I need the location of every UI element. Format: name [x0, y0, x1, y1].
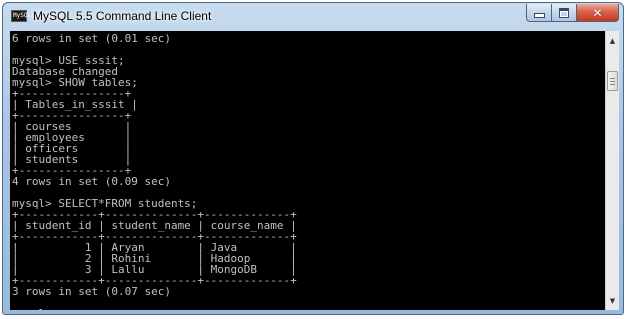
- scroll-up-arrow-icon[interactable]: ▲: [606, 33, 619, 48]
- window-title: MySQL 5.5 Command Line Client: [33, 9, 212, 23]
- scroll-down-arrow-icon[interactable]: ▼: [606, 293, 619, 308]
- maximize-button[interactable]: [551, 4, 577, 22]
- console-line: 4 rows in set (0.09 sec): [12, 175, 171, 188]
- title-bar[interactable]: MySQL MySQL 5.5 Command Line Client ✕: [3, 3, 623, 30]
- console-line: 3 rows in set (0.07 sec): [12, 285, 171, 298]
- minimize-button[interactable]: [526, 4, 552, 22]
- close-button[interactable]: ✕: [576, 4, 619, 22]
- maximize-icon: [559, 7, 569, 18]
- console-window: MySQL MySQL 5.5 Command Line Client ✕ 6 …: [2, 2, 624, 315]
- console-line: 6 rows in set (0.01 sec): [12, 32, 171, 45]
- console-line: mysql> _: [12, 307, 65, 310]
- console-text: 6 rows in set (0.01 sec) mysql> USE sssi…: [10, 31, 605, 310]
- minimize-icon: [533, 13, 545, 18]
- close-icon: ✕: [592, 5, 603, 20]
- scrollbar-thumb[interactable]: [607, 71, 618, 91]
- vertical-scrollbar[interactable]: ▲ ▼: [605, 31, 619, 310]
- mysql-app-icon[interactable]: MySQL: [11, 10, 31, 22]
- console-output[interactable]: 6 rows in set (0.01 sec) mysql> USE sssi…: [10, 31, 605, 310]
